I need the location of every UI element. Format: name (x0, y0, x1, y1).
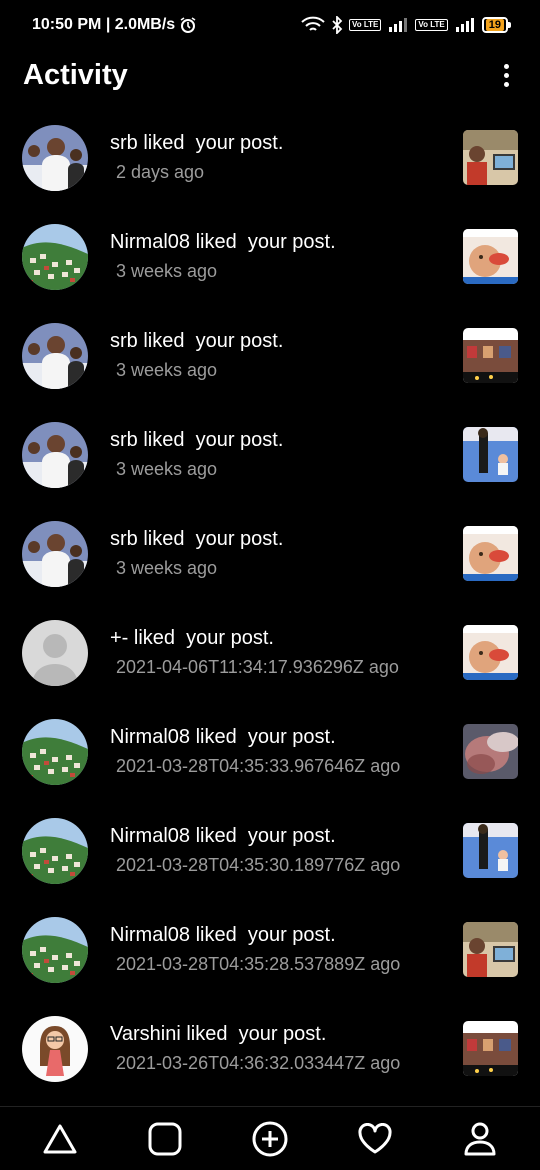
notification-text: Nirmal08 liked your post. 3 weeks ago (110, 231, 336, 282)
page-title: Activity (23, 58, 128, 91)
user-avatar[interactable] (22, 718, 88, 785)
notification-time: 2021-03-28T04:35:33.967646Z ago (116, 756, 401, 776)
notification-time: 2 days ago (116, 162, 205, 182)
user-avatar[interactable] (22, 1015, 88, 1082)
more-options-button[interactable] (496, 60, 516, 90)
dot-icon (503, 72, 509, 78)
notification-text: srb liked your post. 3 weeks ago (110, 429, 283, 480)
volte-badge-2: Vo LTE (415, 19, 448, 31)
notification-item[interactable]: srb liked your post. 3 weeks ago (0, 405, 540, 504)
notification-message: Nirmal08 liked your post. (110, 231, 336, 253)
notification-message: srb liked your post. (110, 330, 284, 352)
signal-4g-icon (387, 17, 409, 33)
post-thumbnail[interactable] (463, 922, 518, 977)
volte-badge: Vo LTE (349, 19, 382, 31)
notification-item[interactable]: Nirmal08 liked your post. 2021-03-28T04:3… (0, 702, 540, 801)
signal-icon (454, 17, 476, 33)
notification-message: srb liked your post. (110, 429, 284, 451)
post-thumbnail[interactable] (463, 427, 518, 482)
notification-text: Nirmal08 liked your post. 2021-03-28T04:3… (110, 825, 400, 876)
notification-text: Nirmal08 liked your post. 2021-03-28T04:3… (110, 924, 400, 975)
notification-time: 3 weeks ago (116, 558, 218, 578)
notification-item[interactable]: srb liked your post. 3 weeks ago (0, 504, 540, 603)
notification-message: Varshini liked your post. (110, 1023, 327, 1045)
add-post-button[interactable] (240, 1109, 300, 1169)
post-thumbnail[interactable] (463, 823, 518, 878)
notification-item[interactable]: srb liked your post. 3 weeks ago (0, 306, 540, 405)
notification-message: srb liked your post. (110, 528, 284, 550)
post-thumbnail[interactable] (463, 130, 518, 185)
notification-item[interactable]: srb liked your post. 2 days ago (0, 108, 540, 207)
notification-text: Nirmal08 liked your post. 2021-03-28T04:3… (110, 726, 400, 777)
post-thumbnail[interactable] (463, 229, 518, 284)
post-thumbnail[interactable] (463, 1021, 518, 1076)
notification-text: srb liked your post. 3 weeks ago (110, 330, 283, 381)
notification-message: Nirmal08 liked your post. (110, 924, 336, 946)
post-thumbnail[interactable] (463, 724, 518, 779)
app-header: Activity (0, 50, 540, 100)
user-avatar[interactable] (22, 421, 88, 488)
home-triangle-icon (43, 1124, 77, 1153)
wifi-icon (301, 16, 325, 34)
notification-text: srb liked your post. 2 days ago (110, 132, 283, 183)
user-avatar[interactable] (22, 520, 88, 587)
square-icon (148, 1122, 182, 1155)
notification-item[interactable]: +- liked your post. 2021-04-06T11:34:17.9… (0, 603, 540, 702)
profile-icon (464, 1122, 496, 1155)
notification-item[interactable]: Nirmal08 liked your post. 2021-03-28T04:3… (0, 900, 540, 999)
notification-text: srb liked your post. 3 weeks ago (110, 528, 283, 579)
notification-text: Varshini liked your post. 2021-03-26T04:3… (110, 1023, 400, 1074)
notification-text: +- liked your post. 2021-04-06T11:34:17.9… (110, 627, 399, 678)
notification-item[interactable]: Nirmal08 liked your post. 3 weeks ago (0, 207, 540, 306)
bluetooth-icon (331, 16, 343, 34)
post-thumbnail[interactable] (463, 625, 518, 680)
notification-time: 2021-03-28T04:35:28.537889Z ago (116, 954, 401, 974)
notification-message: Nirmal08 liked your post. (110, 825, 336, 847)
time-and-speed: 10:50 PM | 2.0MB/s (32, 16, 176, 33)
notification-time: 2021-04-06T11:34:17.936296Z ago (116, 657, 399, 677)
activity-button[interactable] (345, 1109, 405, 1169)
notification-time: 3 weeks ago (116, 360, 218, 380)
bottom-navigation (0, 1106, 540, 1170)
notification-item[interactable]: Nirmal08 liked your post. 2021-03-28T04:3… (0, 801, 540, 900)
user-avatar[interactable] (22, 619, 88, 686)
user-avatar[interactable] (22, 916, 88, 983)
profile-button[interactable] (450, 1109, 510, 1169)
notification-item[interactable]: Varshini liked your post. 2021-03-26T04:3… (0, 999, 540, 1098)
notification-time: 2021-03-26T04:36:32.033447Z ago (116, 1053, 401, 1073)
post-thumbnail[interactable] (463, 328, 518, 383)
user-avatar[interactable] (22, 124, 88, 191)
explore-button[interactable] (135, 1109, 195, 1169)
activity-list: srb liked your post. 2 days ago Nirmal08 l… (0, 108, 540, 1098)
battery-indicator: 19 (481, 17, 512, 33)
dot-icon (503, 81, 509, 87)
user-avatar[interactable] (22, 817, 88, 884)
notification-message: +- liked your post. (110, 627, 274, 649)
post-thumbnail[interactable] (463, 526, 518, 581)
user-avatar[interactable] (22, 223, 88, 290)
notification-time: 3 weeks ago (116, 459, 218, 479)
status-bar: 10:50 PM | 2.0MB/s Vo LTE Vo LTE 19 (0, 0, 540, 50)
dot-icon (503, 63, 509, 69)
notification-message: Nirmal08 liked your post. (110, 726, 336, 748)
user-avatar[interactable] (22, 322, 88, 389)
heart-icon (358, 1122, 392, 1153)
notification-time: 3 weeks ago (116, 261, 218, 281)
notification-time: 2021-03-28T04:35:30.189776Z ago (116, 855, 401, 875)
add-post-icon (252, 1121, 288, 1156)
alarm-icon (179, 16, 197, 34)
home-button[interactable] (30, 1109, 90, 1169)
notification-message: srb liked your post. (110, 132, 284, 154)
